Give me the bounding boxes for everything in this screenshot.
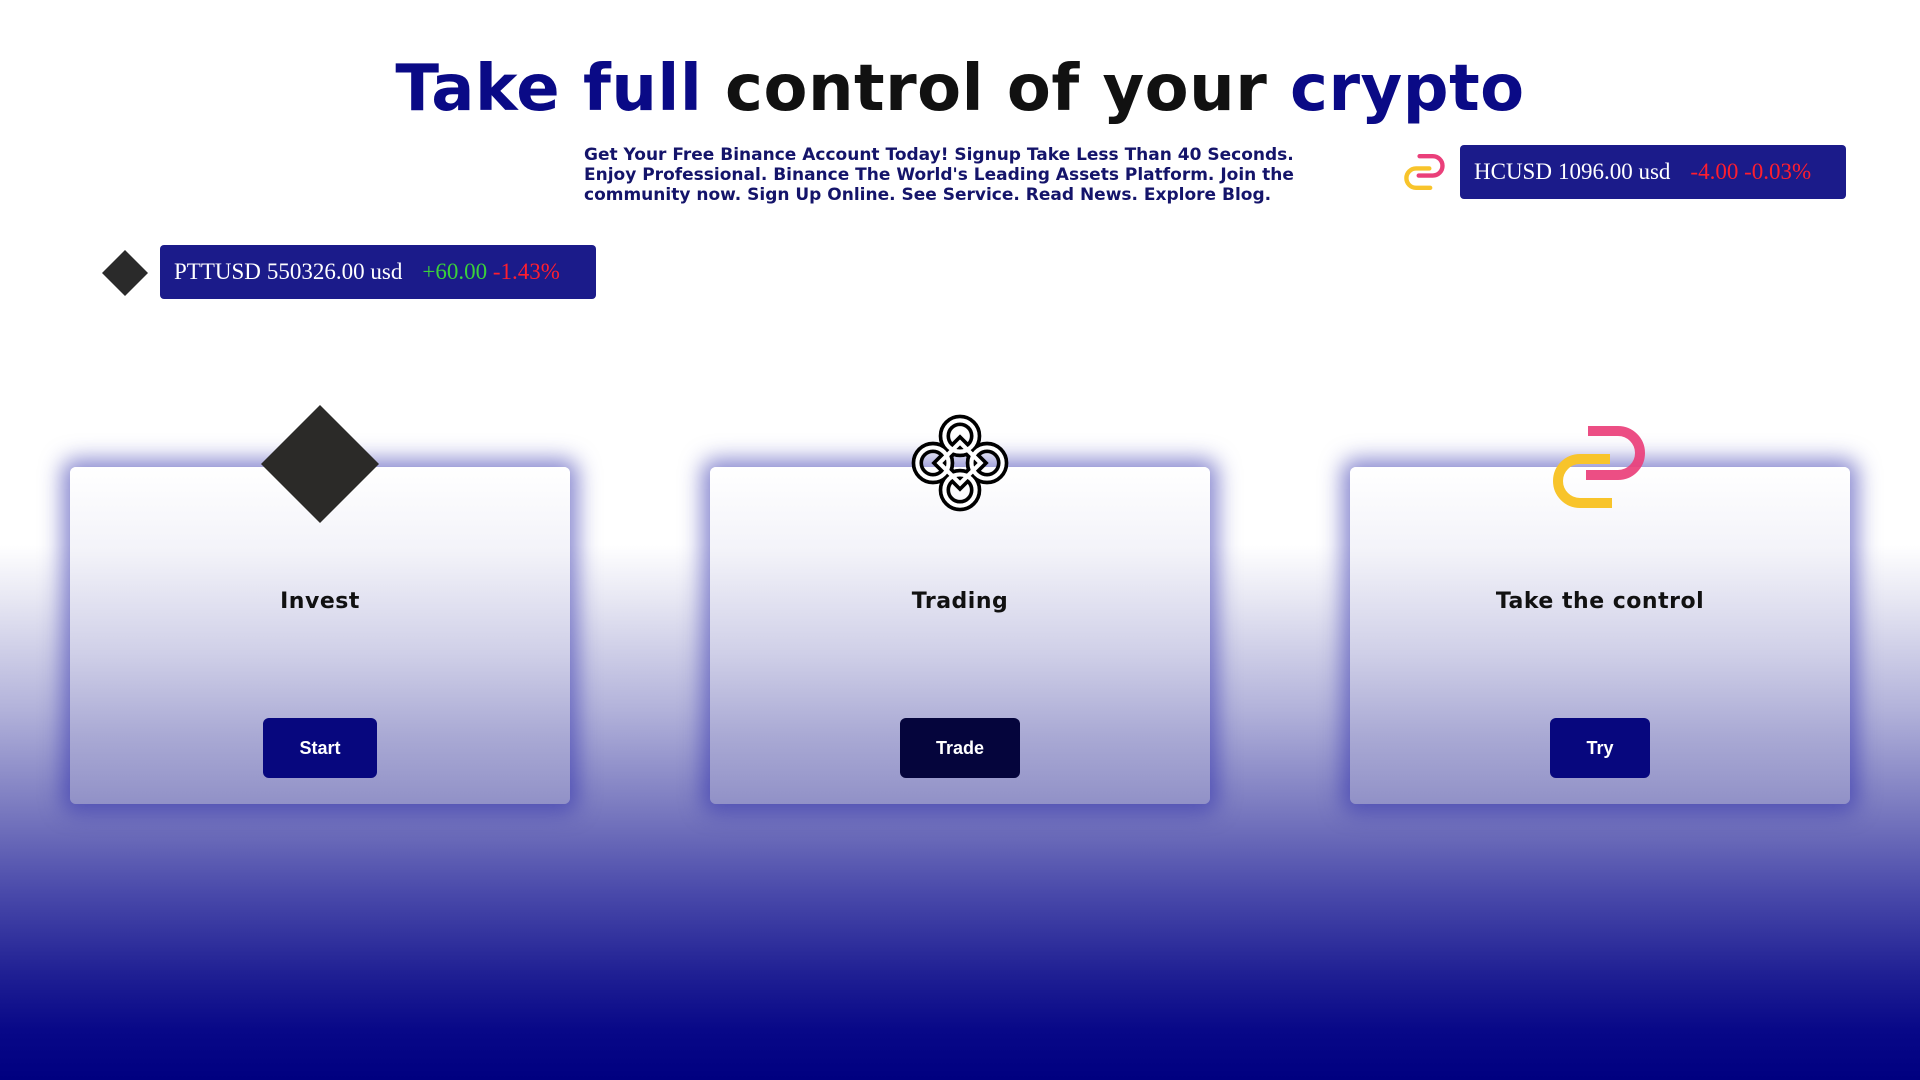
- try-button[interactable]: Try: [1550, 718, 1650, 778]
- ticker-change: -4.00: [1690, 159, 1739, 184]
- ticker-price: 550326.00 usd: [266, 259, 403, 284]
- card-invest: Invest Start: [70, 405, 570, 804]
- page-headline: Take full control of your crypto: [0, 44, 1920, 134]
- hc-coin-icon: [1404, 153, 1445, 191]
- ticker-symbol: PTTUSD: [174, 259, 261, 284]
- headline-part-take-full: Take full: [395, 52, 703, 126]
- trade-button[interactable]: Trade: [900, 718, 1020, 778]
- knot-icon: [911, 414, 1009, 512]
- hc-coin-icon: [1553, 426, 1645, 508]
- ticker-percent: -0.03%: [1744, 159, 1812, 184]
- start-button[interactable]: Start: [263, 718, 377, 778]
- promo-text: Get Your Free Binance Account Today! Sig…: [584, 145, 1294, 205]
- ticker-hcusd[interactable]: HCUSD 1096.00 usd -4.00 -0.03%: [1460, 145, 1846, 199]
- ticker-pttusd[interactable]: PTTUSD 550326.00 usd +60.00 -1.43%: [160, 245, 596, 299]
- headline-part-control: control of your: [702, 52, 1291, 126]
- ticker-price: 1096.00 usd: [1557, 159, 1671, 184]
- card-take-control: Take the control Try: [1350, 426, 1850, 804]
- diamond-icon: [261, 405, 379, 523]
- card-title: Trading: [911, 589, 1009, 614]
- card-title: Take the control: [1495, 589, 1705, 614]
- card-trading: Trading Trade: [710, 414, 1210, 804]
- ptt-coin-icon: [102, 250, 148, 296]
- headline-part-crypto: crypto: [1290, 52, 1525, 126]
- ticker-symbol: HCUSD: [1474, 159, 1552, 184]
- ticker-change: +60.00: [422, 259, 488, 284]
- ticker-percent: -1.43%: [492, 259, 560, 284]
- card-title: Invest: [280, 589, 360, 614]
